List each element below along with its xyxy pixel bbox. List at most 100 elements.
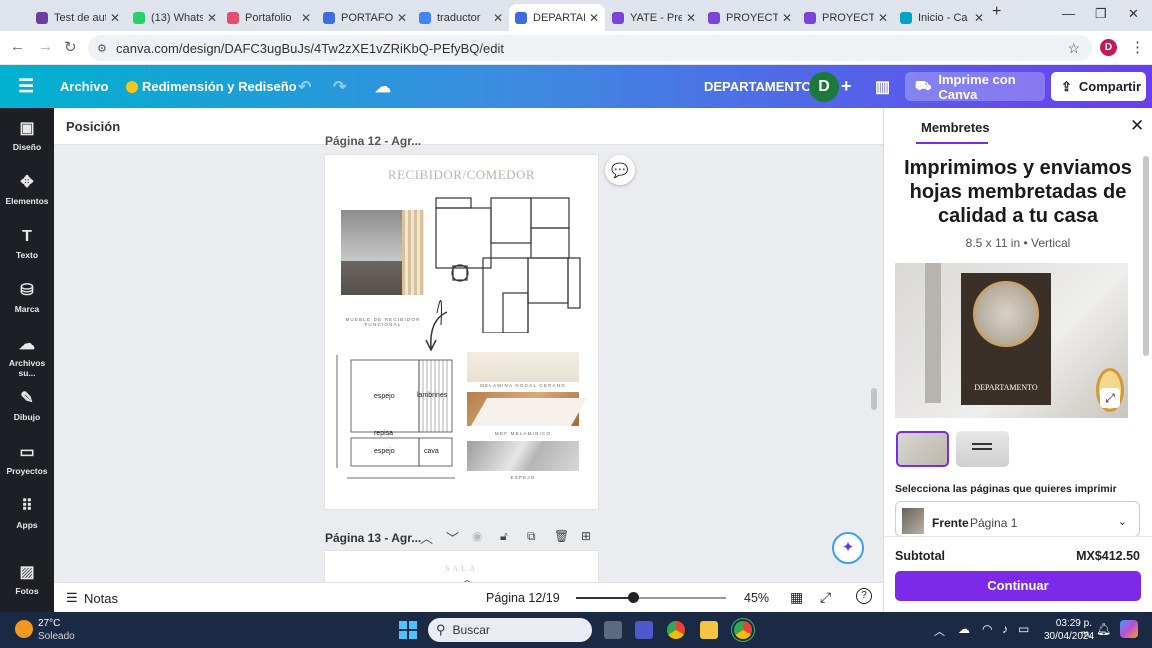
sidebar-item-apps[interactable]: ⠿ Apps — [0, 498, 54, 530]
tab-close-icon[interactable]: ✕ — [782, 11, 792, 25]
file-explorer-icon[interactable] — [700, 621, 718, 639]
resize-button[interactable]: Redimensión y Rediseño — [126, 65, 297, 108]
browser-tab[interactable]: YATE - Pre ✕ — [606, 4, 702, 31]
clock-date[interactable]: 30/04/2024 — [1044, 631, 1094, 642]
windows-start-icon[interactable] — [399, 621, 417, 639]
browser-tab[interactable]: Test de aut ✕ — [30, 4, 126, 31]
tab-membretes[interactable]: Membretes — [921, 120, 990, 135]
sidebar-item-archivossu[interactable]: ☁ Archivos su... — [0, 336, 54, 378]
tab-close-icon[interactable]: ✕ — [110, 11, 120, 25]
browser-tab[interactable]: (13) Whats ✕ — [127, 4, 223, 31]
reload-icon[interactable]: ↻ — [64, 38, 77, 56]
print-with-canva-button[interactable]: ⛟ Imprime con Canva — [905, 72, 1045, 102]
page-indicator[interactable]: Página 12/19 — [486, 591, 560, 605]
teams-icon[interactable] — [635, 621, 653, 639]
tab-close-icon[interactable]: ✕ — [207, 11, 217, 25]
tab-close-icon[interactable]: ✕ — [974, 11, 984, 25]
notes-button[interactable]: Notas — [84, 591, 118, 606]
thumbnail-2[interactable] — [956, 431, 1009, 467]
swatch-melamina[interactable] — [467, 352, 579, 382]
chevron-up-icon[interactable]: ︿ — [420, 528, 433, 547]
url-field[interactable]: ⚙ canva.com/design/DAFC3ugBuJs/4Tw2zXE1v… — [88, 35, 1092, 61]
maximize-icon[interactable]: ❐ — [1095, 6, 1107, 22]
notification-bell-icon[interactable]: 🔔︎ — [1096, 622, 1111, 636]
page-13-label[interactable]: Página 13 - Agr... — [325, 531, 421, 545]
sidebar-item-diseo[interactable]: ▣ Diseño — [0, 120, 54, 152]
page-12[interactable]: RECIBIDOR/COMEDOR MUEBLE DE RECIBIDOR FU… — [325, 155, 598, 509]
tab-close-icon[interactable]: ✕ — [589, 11, 599, 25]
close-window-icon[interactable]: ✕ — [1128, 6, 1139, 22]
hamburger-icon[interactable]: ☰ — [18, 65, 34, 108]
chrome-icon[interactable] — [667, 621, 685, 639]
add-comment-icon[interactable]: 💬 — [605, 155, 635, 185]
delete-icon[interactable]: 🗑︎ — [554, 529, 569, 543]
wifi-icon[interactable]: ◠ — [982, 622, 992, 636]
lock-icon[interactable]: 🔓︎ — [500, 529, 508, 544]
browser-tab[interactable]: DEPARTAM ✕ — [509, 4, 605, 31]
minimize-icon[interactable]: — — [1062, 6, 1075, 21]
floor-plan[interactable] — [433, 193, 583, 333]
fullscreen-icon[interactable]: ⤢ — [820, 589, 831, 606]
grid-view-icon[interactable]: ▦ — [790, 589, 803, 606]
tab-close-icon[interactable]: ✕ — [397, 11, 407, 25]
zoom-slider-handle[interactable] — [628, 592, 639, 603]
analytics-icon[interactable]: ▥ — [875, 65, 890, 108]
tray-expand-icon[interactable]: ︿ — [934, 623, 945, 639]
browser-tab[interactable]: PROYECTO ✕ — [702, 4, 798, 31]
weather-text[interactable]: Soleado — [38, 631, 75, 642]
bookmark-star-icon[interactable]: ☆ — [1067, 40, 1080, 57]
copilot-icon[interactable] — [1120, 620, 1138, 638]
site-info-icon[interactable]: ⚙ — [97, 42, 107, 55]
profile-avatar[interactable]: D — [1100, 39, 1117, 56]
continue-button[interactable]: Continuar — [895, 571, 1141, 601]
volume-icon[interactable]: ♪ — [1002, 622, 1008, 636]
browser-tab[interactable]: traductor ✕ — [413, 4, 509, 31]
temperature[interactable]: 27°C — [38, 618, 60, 629]
cloud-saved-icon[interactable]: ☁ — [375, 65, 391, 108]
duplicate-icon[interactable]: ⧉ — [527, 529, 536, 544]
sidebar-item-texto[interactable]: T Texto — [0, 228, 54, 260]
zoom-slider[interactable] — [576, 592, 726, 603]
magic-assistant-icon[interactable]: ✦ — [832, 532, 864, 564]
sidebar-item-proyectos[interactable]: ▭ Proyectos — [0, 444, 54, 476]
onedrive-icon[interactable]: ☁ — [958, 622, 970, 636]
elevation-drawing[interactable] — [333, 350, 458, 485]
taskbar-search[interactable]: ⚲ Buscar — [428, 618, 592, 642]
canvas-scrollbar[interactable] — [871, 388, 877, 410]
browser-tab[interactable]: PROYECTO ✕ — [798, 4, 894, 31]
add-page-icon[interactable]: ⊞ — [581, 529, 591, 543]
furniture-photo[interactable] — [341, 210, 424, 295]
tab-close-icon[interactable]: ✕ — [686, 11, 696, 25]
undo-icon[interactable]: ↶ — [298, 65, 311, 108]
archivo-menu[interactable]: Archivo — [60, 65, 108, 108]
taskbar-app-icon[interactable] — [604, 621, 622, 639]
sidebar-item-fotos[interactable]: ▨ Fotos — [0, 564, 54, 596]
product-preview[interactable]: DEPARTAMENTO ⤢ — [895, 263, 1128, 418]
swatch-mdf[interactable] — [467, 392, 588, 426]
back-icon[interactable]: ← — [10, 38, 25, 55]
chevron-down-icon[interactable]: ﹀ — [446, 528, 459, 547]
sidebar-item-elementos[interactable]: ✥ Elementos — [0, 174, 54, 206]
notes-icon[interactable]: ☰ — [66, 590, 78, 606]
redo-icon[interactable]: ↷ — [333, 65, 346, 108]
add-collaborator-icon[interactable]: + — [841, 65, 852, 108]
user-avatar[interactable]: D — [809, 72, 839, 102]
sidebar-item-dibujo[interactable]: ✎ Dibujo — [0, 390, 54, 422]
tab-close-icon[interactable]: ✕ — [493, 11, 503, 25]
close-panel-icon[interactable]: ✕ — [1130, 116, 1144, 136]
hide-page-icon[interactable]: ◉ — [472, 529, 482, 543]
forward-icon[interactable]: → — [38, 38, 53, 55]
swatch-espejo[interactable] — [467, 441, 579, 471]
help-icon[interactable]: ? — [856, 588, 872, 604]
expand-icon[interactable]: ⤢ — [1100, 388, 1120, 408]
share-button[interactable]: ⇪ Compartir — [1051, 72, 1146, 101]
thumbnail-1[interactable] — [896, 431, 949, 467]
browser-tab[interactable]: Portafolio ✕ — [221, 4, 317, 31]
page-12-label[interactable]: Página 12 - Agr... — [325, 134, 421, 148]
page-select[interactable]: Frente Página 1 ⌄ — [895, 501, 1140, 537]
browser-tab[interactable]: Inicio - Ca ✕ — [894, 4, 990, 31]
position-button[interactable]: Posición — [66, 119, 120, 134]
zoom-level[interactable]: 45% — [744, 591, 769, 605]
browser-menu-icon[interactable]: ⋮ — [1130, 38, 1145, 56]
battery-icon[interactable]: ▭ — [1018, 622, 1029, 636]
